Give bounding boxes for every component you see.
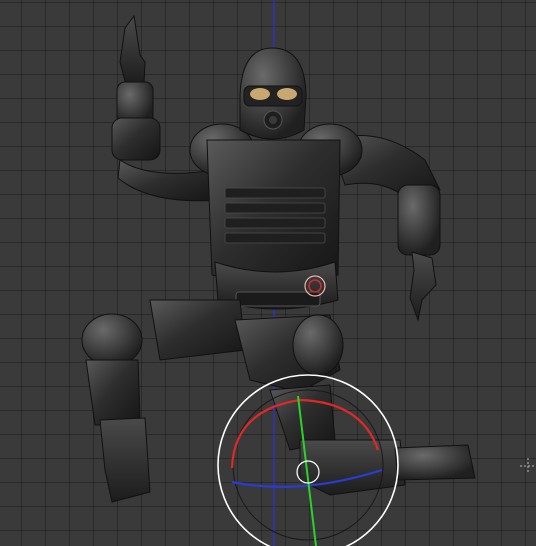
viewport-canvas[interactable] bbox=[0, 0, 536, 546]
3d-cursor-icon[interactable] bbox=[520, 458, 536, 474]
3d-viewport[interactable] bbox=[0, 0, 536, 546]
character-model[interactable] bbox=[81, 14, 476, 503]
